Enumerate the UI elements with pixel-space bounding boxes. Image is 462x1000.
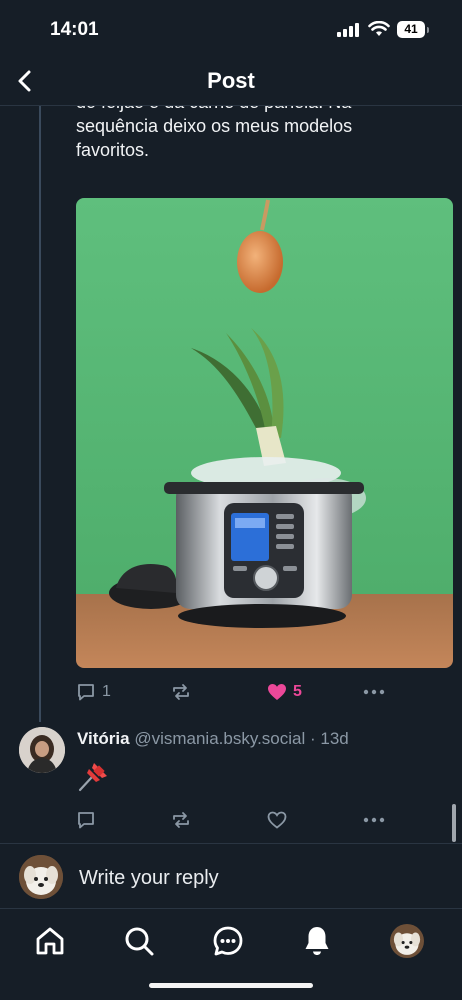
wifi-icon — [368, 21, 390, 36]
reply-author-name[interactable]: Vitória — [77, 729, 130, 748]
bell-icon[interactable] — [300, 924, 334, 958]
post-text-container: do feijão e da carne de panela. Na sequê… — [76, 106, 456, 186]
more-options-button[interactable] — [363, 680, 385, 704]
reply-reply-button[interactable] — [76, 808, 96, 832]
repost-icon — [173, 684, 189, 700]
reply-meta: Vitória @vismania.bsky.social · 13d — [77, 729, 349, 749]
reply-author-handle[interactable]: @vismania.bsky.social — [134, 729, 305, 748]
reply-content: 📌 — [76, 758, 112, 792]
status-time: 14:01 — [50, 19, 99, 40]
reply-age: 13d — [320, 729, 349, 748]
chat-icon[interactable] — [211, 924, 245, 958]
composer-divider — [0, 843, 462, 844]
tabbar-divider — [0, 908, 462, 909]
profile-avatar-tab[interactable] — [390, 924, 424, 958]
repost-button[interactable] — [170, 680, 192, 704]
reply-more-options-button[interactable] — [363, 808, 385, 832]
heart-icon — [268, 684, 286, 700]
thread-line — [39, 106, 41, 722]
home-icon[interactable] — [33, 924, 67, 958]
battery-level: 41 — [397, 21, 425, 38]
composer-avatar — [19, 855, 63, 899]
repost-icon — [173, 812, 189, 828]
pressure-cooker-image — [76, 198, 453, 668]
reply-avatar-image — [19, 727, 65, 773]
search-icon[interactable] — [122, 924, 156, 958]
meta-separator: · — [305, 729, 321, 748]
reply-repost-button[interactable] — [170, 808, 192, 832]
reply-icon — [78, 684, 94, 701]
cellular-signal-icon — [337, 23, 359, 37]
page-title: Post — [207, 68, 255, 93]
avatar[interactable] — [19, 727, 65, 773]
post-text: do feijão e da carne de panela. Na sequê… — [76, 106, 353, 160]
post-image[interactable] — [76, 198, 453, 668]
more-icon — [363, 689, 385, 695]
scrollbar[interactable] — [452, 804, 456, 842]
battery-icon: 41 — [397, 21, 431, 39]
dog-avatar-image — [19, 855, 63, 899]
like-count: 5 — [293, 683, 302, 700]
reply-composer-input[interactable]: Write your reply — [79, 867, 219, 890]
like-button[interactable]: 5 — [267, 680, 302, 704]
home-indicator[interactable] — [149, 983, 313, 988]
reply-like-button[interactable] — [267, 808, 287, 832]
profile-avatar-icon — [390, 924, 424, 958]
more-icon — [363, 817, 385, 823]
reply-count: 1 — [102, 683, 111, 700]
reply-button[interactable]: 1 — [76, 680, 111, 704]
reply-icon — [78, 812, 94, 829]
heart-outline-icon — [267, 811, 287, 829]
